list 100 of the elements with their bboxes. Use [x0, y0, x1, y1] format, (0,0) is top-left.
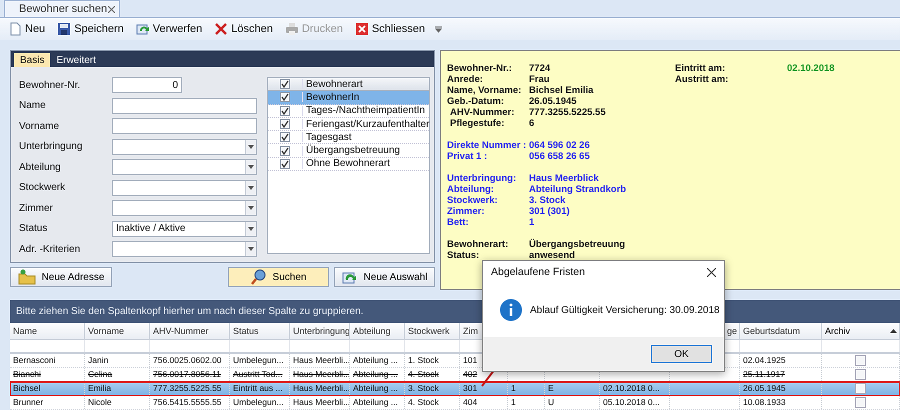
table-cell: 1: [511, 383, 516, 394]
dialog-title: Abgelaufene Fristen: [491, 266, 585, 278]
table-cell: Brunner: [13, 397, 44, 408]
field-label: Vorname: [19, 120, 60, 132]
dropdown-field[interactable]: Inaktive / Aktive: [112, 220, 257, 237]
checkbox[interactable]: [855, 368, 866, 380]
close-icon[interactable]: [707, 268, 716, 276]
checkbox[interactable]: [280, 158, 290, 169]
table-cell: Bernasconi: [13, 355, 56, 366]
list-item[interactable]: BewohnerIn: [268, 91, 430, 105]
column-header[interactable]: Stockwerk: [405, 323, 460, 340]
detail-label: Pflegestufe:: [449, 118, 506, 129]
table-cell: Emilia: [88, 383, 112, 394]
checkbox[interactable]: [280, 132, 290, 142]
list-item-label: Tagesgast: [305, 132, 352, 143]
list-item[interactable]: Übergangsbetreuung: [268, 144, 430, 158]
list-item[interactable]: Tagesgast: [268, 131, 430, 144]
table-cell: Haus Meerbli...: [293, 397, 349, 408]
detail-label: Direkte Nummer :: [447, 140, 528, 151]
dropdown-field[interactable]: [112, 138, 257, 155]
list-item[interactable]: Feriengast/Kurzaufenthalter: [268, 118, 430, 132]
column-header[interactable]: Status: [230, 323, 290, 340]
table-cell: 777.3255.5225.55: [153, 383, 222, 394]
dialog-message: Ablauf Gültigkeit Versicherung: 30.09.2018: [530, 304, 720, 316]
checkbox[interactable]: [855, 396, 866, 408]
detail-label: Zimmer:: [447, 206, 486, 217]
table-cell: Haus Meerbli...: [293, 355, 349, 366]
checkbox[interactable]: [280, 119, 290, 130]
checkbox[interactable]: [855, 382, 866, 394]
detail-label: Stockwerk:: [447, 195, 499, 206]
column-header[interactable]: Archiv: [822, 323, 900, 340]
column-header[interactable]: Abteilung: [350, 323, 405, 340]
table-cell: Umbelegun...: [233, 397, 284, 408]
detail-value: Abteilung Strandkorb: [529, 184, 626, 195]
table-cell: Eintritt aus ...: [233, 383, 283, 394]
document-tab[interactable]: Bewohner suchen: [4, 0, 120, 17]
detail-label: Bewohner-Nr.:: [447, 63, 513, 74]
dropdown-field[interactable]: [112, 159, 257, 176]
table-cell: 02.10.2018 0...: [603, 383, 660, 394]
table-cell: 756.0017.8056.11: [153, 369, 221, 380]
table-cell: Abteilung ...: [353, 383, 398, 394]
list-item-label: Feriengast/Kurzaufenthalter: [305, 118, 430, 130]
action-button[interactable]: Neue Auswahl: [334, 267, 435, 287]
detail-label: Austritt am:: [675, 74, 730, 85]
checkbox[interactable]: [280, 106, 290, 116]
form-tab[interactable]: Basis: [14, 53, 50, 67]
checkbox[interactable]: [280, 79, 290, 90]
checkbox[interactable]: [280, 146, 290, 156]
toolbar-button[interactable]: Löschen: [212, 22, 275, 36]
table-cell: 402: [463, 369, 478, 380]
toolbar-button[interactable]: Schliessen: [352, 22, 428, 36]
column-header[interactable]: Geburtsdatum: [740, 323, 822, 340]
detail-value: anwesend: [529, 250, 575, 261]
table-cell: Haus Meerbli...: [293, 369, 349, 380]
checkbox[interactable]: [280, 92, 290, 102]
table-cell: 301: [463, 383, 478, 394]
detail-label: Bewohnerart:: [447, 239, 510, 250]
column-header[interactable]: AHV-Nummer: [150, 323, 230, 340]
field-label: Adr. -Kriterien: [19, 244, 82, 255]
table-cell: 26.05.1945: [743, 383, 786, 394]
table-row[interactable]: Bichsel Emilia 777.3255.5225.55 Eintritt aus ... Haus Meerbli... Abteilung ... 3. Stock 301 1 E 02.10.2018 0... 26.05.1945: [10, 382, 900, 396]
detail-value: 064 596 02 26: [529, 140, 590, 151]
column-header[interactable]: Name: [10, 323, 85, 340]
dropdown-field[interactable]: [112, 200, 257, 216]
printer-icon: [284, 22, 299, 36]
detail-value: 301 (301): [529, 206, 570, 217]
dropdown-field[interactable]: [112, 241, 257, 258]
list-item[interactable]: Ohne Bewohnerart: [268, 158, 430, 172]
tab-title: Bewohner suchen: [19, 3, 108, 15]
table-cell: 3. Stock: [408, 383, 439, 394]
action-button[interactable]: Suchen: [228, 267, 329, 287]
dropdown-arrow-icon: [248, 144, 254, 149]
dropdown-field[interactable]: [112, 180, 257, 196]
toolbar-button[interactable]: Neu: [6, 22, 48, 36]
form-tab[interactable]: Erweitert: [50, 53, 102, 67]
list-item[interactable]: Tages-/NachtheimpatientIn: [268, 104, 430, 118]
ok-button[interactable]: OK: [651, 345, 712, 363]
overflow-icon[interactable]: [435, 25, 442, 33]
checkbox[interactable]: [855, 354, 866, 366]
dropdown-arrow-icon: [248, 247, 254, 252]
table-cell: Bianchi: [13, 369, 41, 380]
refresh-icon: [136, 22, 150, 36]
table-cell: Abteilung ...: [353, 397, 398, 408]
table-cell: 404: [463, 397, 478, 408]
sort-ascending-icon[interactable]: [890, 329, 897, 334]
detail-value: 02.10.2018: [787, 63, 835, 74]
toolbar-button[interactable]: Speichern: [55, 22, 126, 36]
table-row[interactable]: Brunner Nicole 756.5415.5555.55 Umbelegun... Haus Meerbli... Abteilung ... 4. Stock 404 1 U 05.10.2018 0... 10.08.1933: [10, 396, 900, 410]
new-address-button[interactable]: Neue Adresse: [10, 267, 112, 287]
field-value: Inaktive / Aktive: [116, 223, 186, 234]
toolbar-button[interactable]: Verwerfen: [134, 22, 204, 36]
detail-label: Privat 1 :: [447, 151, 488, 162]
input-field[interactable]: [112, 98, 257, 114]
column-header[interactable]: Vorname: [85, 323, 150, 340]
detail-label: Unterbringung:: [447, 173, 518, 184]
dropdown-arrow-icon: [248, 226, 254, 231]
number-field[interactable]: 0: [112, 77, 182, 94]
table-cell: 4. Stock: [408, 369, 439, 380]
detail-value: 6: [529, 118, 534, 129]
input-field[interactable]: [112, 118, 257, 134]
